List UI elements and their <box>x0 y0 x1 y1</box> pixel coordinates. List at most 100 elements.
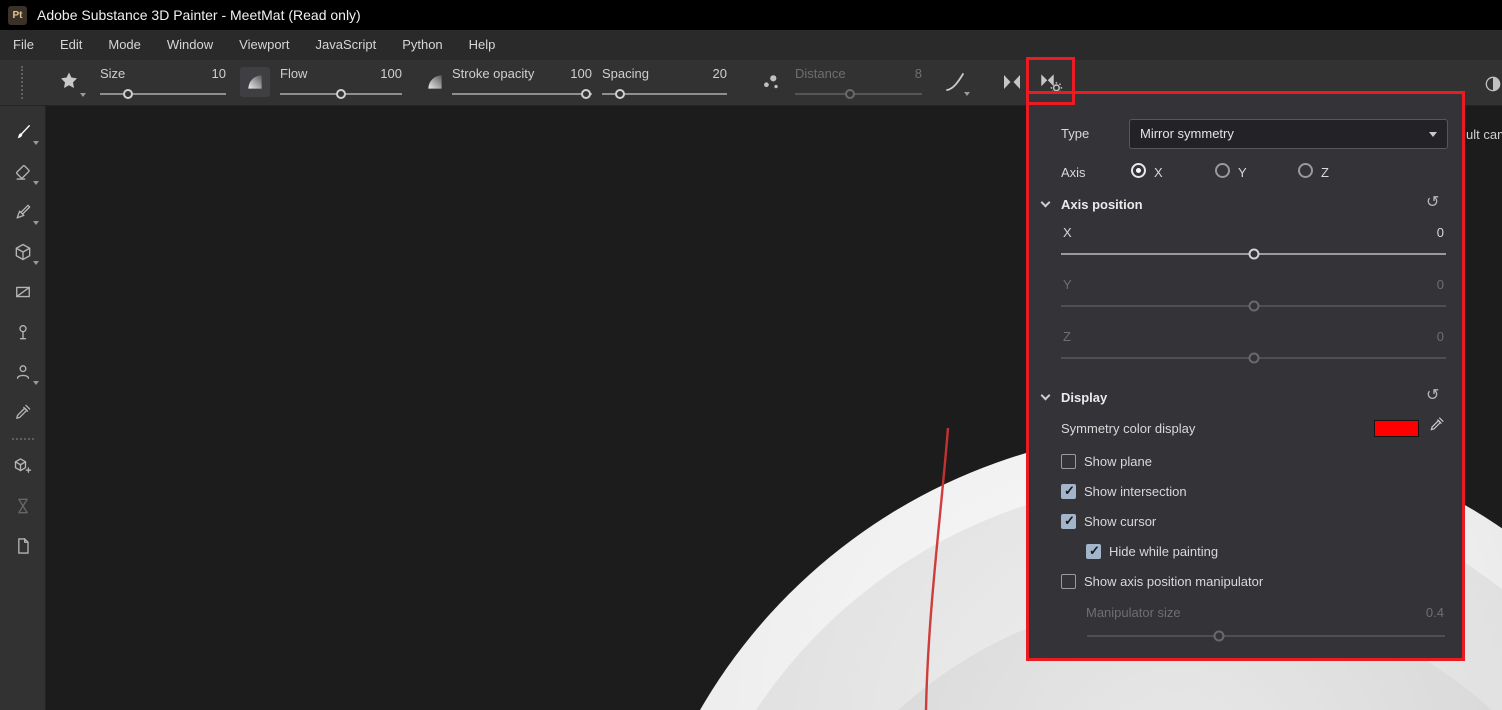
spacing-slider[interactable] <box>602 89 727 99</box>
flow-label: Flow <box>280 66 308 81</box>
stroke-opacity-slider[interactable] <box>452 89 592 99</box>
distance-value: 8 <box>914 66 922 81</box>
show-plane-label[interactable]: Show plane <box>1084 454 1152 469</box>
sidebar-divider <box>11 438 34 440</box>
tool-button-polygon-fill[interactable] <box>0 272 45 312</box>
show-cursor-checkbox[interactable] <box>1061 513 1076 529</box>
tool-button-instance[interactable] <box>0 526 45 566</box>
axis-radio-y[interactable] <box>1215 163 1230 178</box>
axis-radio-y-label[interactable]: Y <box>1238 165 1247 180</box>
tool-button-paint[interactable] <box>0 112 45 152</box>
pin-icon <box>18 325 27 340</box>
eyedropper-icon <box>15 404 30 419</box>
size-slider[interactable] <box>100 89 226 99</box>
chevron-down-icon <box>964 92 970 96</box>
flow-param: Flow 100 <box>280 66 402 102</box>
tool-button-geometry-fill[interactable] <box>0 232 45 272</box>
mirror-icon <box>1004 75 1020 89</box>
stroke-opacity-slider-handle[interactable] <box>581 89 592 99</box>
camera-dropdown-partial[interactable]: ult cam <box>1466 127 1502 142</box>
tool-button-smart-material[interactable] <box>0 446 45 486</box>
show-plane-checkbox[interactable] <box>1061 454 1076 469</box>
falloff-curve-icon <box>428 75 442 89</box>
axis-label: Axis <box>1061 165 1086 180</box>
app-window: Pt Adobe Substance 3D Painter - MeetMat … <box>0 0 1502 710</box>
menu-help[interactable]: Help <box>456 30 509 60</box>
spacing-param: Spacing 20 <box>602 66 727 102</box>
menu-mode[interactable]: Mode <box>95 30 154 60</box>
symmetry-color-swatch[interactable] <box>1374 420 1419 437</box>
axis-position-reset-button[interactable]: ↺ <box>1426 195 1439 211</box>
axis-radio-z[interactable] <box>1298 163 1313 178</box>
show-intersection-checkbox[interactable] <box>1061 483 1076 499</box>
tool-button-material-picker[interactable] <box>0 392 45 432</box>
brush-icon <box>17 125 30 139</box>
falloff-curve-icon <box>248 75 262 89</box>
chevron-down-icon <box>33 221 39 225</box>
display-reset-button[interactable]: ↺ <box>1426 388 1439 404</box>
manipulator-size-label: Manipulator size <box>1086 605 1181 620</box>
brush-alpha-icon <box>61 72 77 88</box>
display-section-header[interactable]: Display <box>1040 390 1107 405</box>
menu-edit[interactable]: Edit <box>47 30 95 60</box>
chevron-down-icon <box>80 93 86 97</box>
size-slider-handle[interactable] <box>122 89 133 99</box>
flow-value: 100 <box>380 66 402 81</box>
chevron-down-icon <box>33 261 39 265</box>
hide-while-painting-label[interactable]: Hide while painting <box>1109 544 1218 559</box>
axis-y-slider <box>1061 300 1446 312</box>
axis-x-slider-handle[interactable] <box>1248 248 1259 260</box>
tool-button-erase[interactable] <box>0 152 45 192</box>
tool-button-particles[interactable] <box>0 352 45 392</box>
chevron-down-icon <box>33 141 39 145</box>
opacity-falloff-button[interactable] <box>420 67 450 97</box>
distance-slider <box>795 89 922 99</box>
axis-z-slider <box>1061 352 1446 364</box>
manipulator-size-value: 0.4 <box>1425 605 1444 620</box>
mirror-gear-icon <box>1041 73 1063 94</box>
tool-button-history[interactable] <box>0 486 45 526</box>
tool-button-clone[interactable] <box>0 312 45 352</box>
show-axis-manipulator-checkbox[interactable] <box>1061 574 1076 589</box>
show-cursor-label[interactable]: Show cursor <box>1084 514 1156 529</box>
size-value: 10 <box>211 66 226 81</box>
axis-position-title: Axis position <box>1061 197 1143 212</box>
axis-radio-x[interactable] <box>1131 163 1146 178</box>
menu-file[interactable]: File <box>0 30 47 60</box>
type-label: Type <box>1061 126 1090 141</box>
chevron-down-icon <box>1040 197 1051 208</box>
chevron-down-icon <box>1040 390 1051 401</box>
window-title: Adobe Substance 3D Painter - MeetMat (Re… <box>37 7 361 23</box>
chevron-down-icon <box>33 381 39 385</box>
chevron-down-icon <box>1429 132 1437 137</box>
flow-falloff-button[interactable] <box>240 67 270 97</box>
show-intersection-label[interactable]: Show intersection <box>1084 484 1187 499</box>
spacing-slider-handle[interactable] <box>614 89 625 99</box>
axis-x-slider[interactable] <box>1061 248 1446 260</box>
symmetry-type-dropdown[interactable]: Mirror symmetry <box>1129 119 1448 149</box>
axis-radio-x-label[interactable]: X <box>1154 165 1163 180</box>
menu-viewport[interactable]: Viewport <box>226 30 302 60</box>
color-picker-icon[interactable] <box>1428 415 1446 436</box>
axis-position-section-header[interactable]: Axis position <box>1040 197 1143 212</box>
menu-window[interactable]: Window <box>154 30 226 60</box>
toolbar-drag-grip[interactable] <box>21 66 24 99</box>
viewport-display-button[interactable] <box>1482 73 1502 95</box>
hide-while-painting-checkbox[interactable] <box>1086 543 1101 559</box>
tool-button-projection[interactable] <box>0 192 45 232</box>
show-axis-manipulator-label[interactable]: Show axis position manipulator <box>1084 574 1263 589</box>
menu-javascript[interactable]: JavaScript <box>302 30 389 60</box>
scatter-button[interactable] <box>756 67 786 97</box>
axis-z-label: Z <box>1063 329 1071 344</box>
flow-slider[interactable] <box>280 89 402 99</box>
menu-python[interactable]: Python <box>389 30 455 60</box>
axis-radio-z-label[interactable]: Z <box>1321 165 1329 180</box>
symmetry-color-label: Symmetry color display <box>1061 421 1196 436</box>
brush-alpha-button[interactable] <box>50 64 88 100</box>
stroke-profile-button[interactable] <box>938 65 972 99</box>
symmetry-toggle-button[interactable] <box>996 66 1028 98</box>
flow-slider-handle[interactable] <box>336 89 346 99</box>
axis-y-slider-handle <box>1248 300 1259 312</box>
axis-z-slider-handle <box>1248 352 1259 364</box>
distance-param: Distance 8 <box>795 66 922 102</box>
